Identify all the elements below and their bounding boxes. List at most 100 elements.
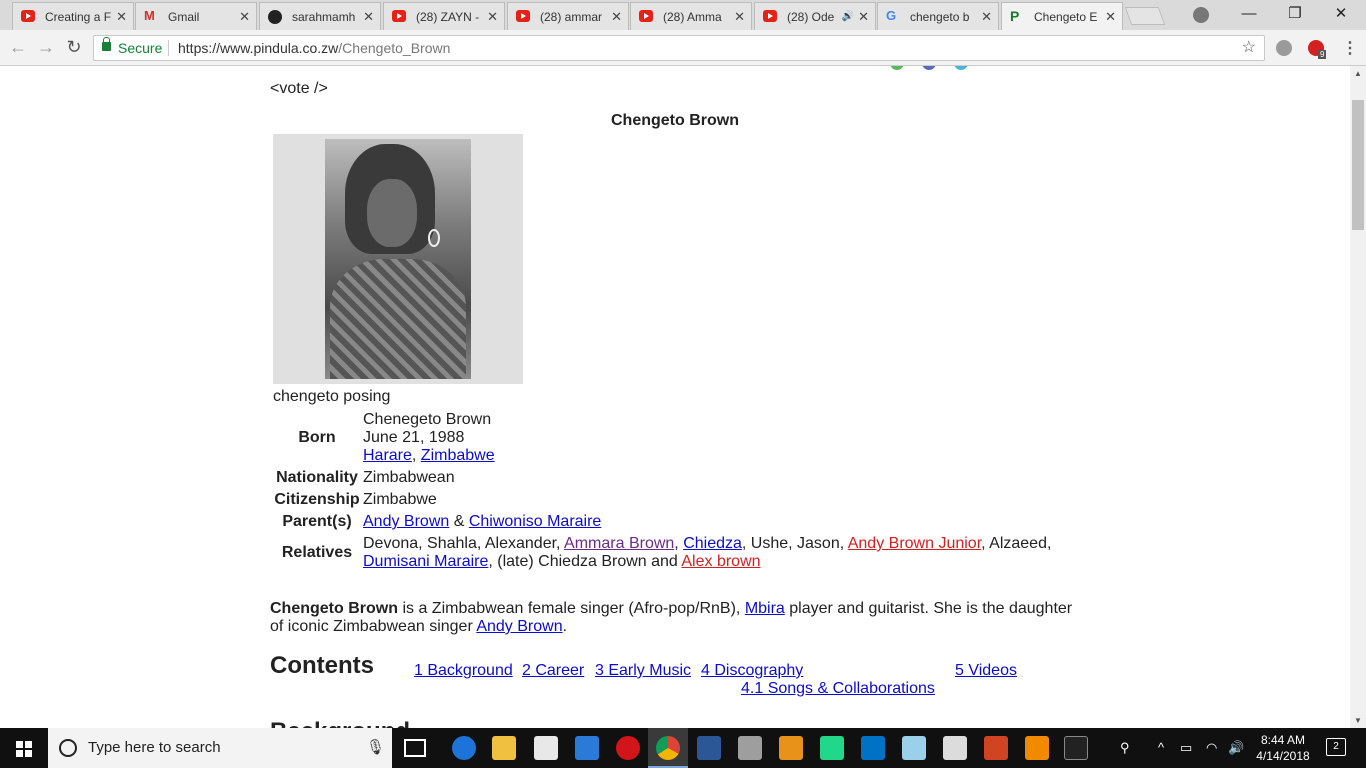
pycharm-icon[interactable] <box>820 736 844 760</box>
outlook-icon[interactable] <box>861 736 885 760</box>
file-explorer-icon[interactable] <box>492 736 516 760</box>
toc-career[interactable]: 2 Career <box>522 662 584 680</box>
reload-button[interactable]: ↻ <box>64 37 84 58</box>
menu-icon[interactable]: ⋮ <box>1342 38 1358 58</box>
address-bar[interactable]: Secure https://www.pindula.co.zw/Chenget… <box>93 35 1265 61</box>
scroll-thumb[interactable] <box>1352 100 1364 230</box>
back-button[interactable]: ← <box>8 37 28 58</box>
relatives-text: , Ushe, Jason, <box>741 535 848 552</box>
link-andy-brown[interactable]: Andy Brown <box>476 618 562 635</box>
paint-icon[interactable] <box>738 736 762 760</box>
vlc-icon[interactable] <box>1025 736 1049 760</box>
photos-icon[interactable] <box>943 736 967 760</box>
tab-close-icon[interactable]: ✕ <box>858 9 869 25</box>
notes-icon[interactable] <box>902 736 926 760</box>
link-harare[interactable]: Harare <box>363 447 412 464</box>
notification-center-icon[interactable]: 2 <box>1326 738 1346 756</box>
microphone-icon[interactable]: 🎙 <box>366 728 385 768</box>
sublime-text-icon[interactable] <box>779 736 803 760</box>
people-icon[interactable]: ⚲ <box>1120 728 1130 768</box>
tab-close-icon[interactable]: ✕ <box>239 9 250 25</box>
system-clock[interactable]: 8:44 AM 4/14/2018 <box>1254 732 1312 764</box>
youtube-icon <box>21 10 35 22</box>
toc-videos[interactable]: 5 Videos <box>955 662 1017 680</box>
tab-label: (28) Amma <box>663 9 722 24</box>
tab-ammar[interactable]: (28) ammar ✕ <box>507 2 629 30</box>
tab-google-search[interactable]: G chengeto b ✕ <box>877 2 999 30</box>
link-ammara-brown[interactable]: Ammara Brown <box>564 535 674 552</box>
divider <box>168 40 169 56</box>
speaker-icon[interactable]: 🔊 <box>842 11 854 22</box>
word-icon[interactable] <box>697 736 721 760</box>
search-placeholder: Type here to search <box>88 739 221 756</box>
url-text[interactable]: https://www.pindula.co.zw/Chengeto_Brown <box>178 36 450 60</box>
link-andy-brown-junior[interactable]: Andy Brown Junior <box>848 535 981 552</box>
page-scrollbar[interactable]: ▲ ▼ <box>1350 66 1366 728</box>
toc-early-music[interactable]: 3 Early Music <box>595 662 691 680</box>
photo-earring <box>428 229 440 247</box>
tab-github[interactable]: sarahmamh ✕ <box>259 2 381 30</box>
cortana-icon <box>59 739 77 757</box>
link-alex-brown[interactable]: Alex brown <box>681 553 760 570</box>
toc-songs-collaborations[interactable]: 4.1 Songs & Collaborations <box>741 680 935 698</box>
new-tab-button[interactable] <box>1124 7 1166 25</box>
link-chiedza[interactable]: Chiedza <box>683 535 742 552</box>
tray-overflow-icon[interactable]: ^ <box>1158 728 1164 768</box>
edge-icon[interactable] <box>452 736 476 760</box>
row-value: Chenegeto Brown June 21, 1988 Harare, Zi… <box>363 409 1063 467</box>
bookmark-star-icon[interactable]: ☆ <box>1242 36 1256 60</box>
task-view-icon[interactable] <box>404 739 426 757</box>
terminal-icon[interactable] <box>1064 736 1088 760</box>
link-zimbabwe[interactable]: Zimbabwe <box>421 447 495 464</box>
infobox-image[interactable] <box>273 134 523 384</box>
tab-close-icon[interactable]: ✕ <box>734 9 745 25</box>
clock-time: 8:44 AM <box>1260 733 1306 747</box>
toc-background[interactable]: 1 Background <box>414 662 513 680</box>
tab-creating[interactable]: Creating a F ✕ <box>12 2 134 30</box>
link-andy-brown[interactable]: Andy Brown <box>363 513 449 530</box>
share-icon[interactable] <box>954 66 968 70</box>
row-label: Parent(s) <box>282 513 352 530</box>
contents-heading: Contents <box>270 652 374 679</box>
minimize-button[interactable]: — <box>1226 0 1272 30</box>
link-dumisani-maraire[interactable]: Dumisani Maraire <box>363 553 488 570</box>
tab-close-icon[interactable]: ✕ <box>363 9 374 25</box>
tab-chengeto-active[interactable]: P Chengeto E ✕ <box>1001 2 1123 30</box>
start-button[interactable] <box>0 728 48 768</box>
photo-body <box>330 259 466 379</box>
tab-ode[interactable]: (28) Ode 🔊 ✕ <box>754 2 876 30</box>
toc-discography[interactable]: 4 Discography <box>701 662 803 680</box>
share-icon[interactable] <box>890 66 904 70</box>
link-mbira[interactable]: Mbira <box>745 600 785 617</box>
scroll-up-arrow-icon[interactable]: ▲ <box>1354 69 1362 78</box>
close-window-button[interactable]: ✕ <box>1318 0 1364 30</box>
tab-close-icon[interactable]: ✕ <box>487 9 498 25</box>
tab-label: sarahmamh <box>292 9 356 24</box>
link-chiwoniso[interactable]: Chiwoniso Maraire <box>469 513 602 530</box>
tab-gmail[interactable]: M Gmail ✕ <box>135 2 257 30</box>
volume-icon[interactable]: 🔊 <box>1228 728 1244 768</box>
powerpoint-icon[interactable] <box>984 736 1008 760</box>
forward-button[interactable]: → <box>36 37 56 58</box>
tab-close-icon[interactable]: ✕ <box>116 9 127 25</box>
tab-zayn[interactable]: (28) ZAYN - ✕ <box>383 2 505 30</box>
wifi-icon[interactable]: ◠ <box>1206 728 1217 768</box>
profile-icon[interactable] <box>1193 7 1209 23</box>
photo-face <box>367 179 417 247</box>
battery-icon[interactable]: ▭ <box>1180 728 1192 768</box>
restore-button[interactable]: ❐ <box>1272 0 1318 30</box>
tab-close-icon[interactable]: ✕ <box>611 9 622 25</box>
opera-icon[interactable] <box>616 736 640 760</box>
scroll-down-arrow-icon[interactable]: ▼ <box>1354 716 1362 725</box>
tab-close-icon[interactable]: ✕ <box>1105 9 1116 25</box>
extension-icon[interactable] <box>1276 40 1292 56</box>
share-icon[interactable] <box>922 66 936 70</box>
intro-text: . <box>562 618 568 635</box>
app-icon[interactable] <box>575 736 599 760</box>
section-heading-background: Background <box>270 718 410 728</box>
tab-amma[interactable]: (28) Amma ✕ <box>630 2 752 30</box>
mail-icon[interactable] <box>534 736 558 760</box>
chrome-icon[interactable] <box>656 736 680 760</box>
tab-close-icon[interactable]: ✕ <box>981 9 992 25</box>
taskbar-search[interactable]: Type here to search 🎙 <box>48 728 392 768</box>
